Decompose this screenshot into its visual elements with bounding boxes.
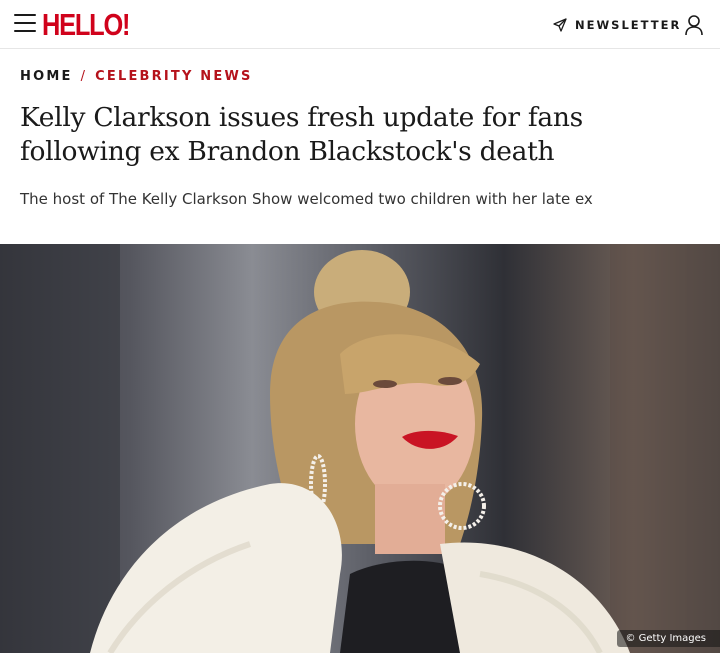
- user-icon[interactable]: [684, 14, 704, 36]
- article-subheadline: The host of The Kelly Clarkson Show welc…: [20, 190, 593, 208]
- site-header: HELLO! NEWSLETTER: [0, 0, 720, 49]
- hero-illustration: [0, 244, 720, 653]
- article-headline: Kelly Clarkson issues fresh update for f…: [20, 102, 583, 167]
- breadcrumb-home[interactable]: HOME: [20, 69, 73, 84]
- breadcrumb-category[interactable]: CELEBRITY NEWS: [95, 69, 252, 84]
- site-logo[interactable]: HELLO!: [42, 7, 130, 43]
- send-icon: [553, 18, 567, 32]
- image-credit: © Getty Images: [617, 630, 720, 647]
- breadcrumb-separator: /: [80, 69, 88, 84]
- breadcrumb: HOME / CELEBRITY NEWS: [20, 69, 253, 84]
- menu-icon[interactable]: [14, 14, 36, 34]
- hero-image: © Getty Images: [0, 244, 720, 653]
- newsletter-label: NEWSLETTER: [575, 18, 682, 32]
- newsletter-button[interactable]: NEWSLETTER: [553, 15, 681, 35]
